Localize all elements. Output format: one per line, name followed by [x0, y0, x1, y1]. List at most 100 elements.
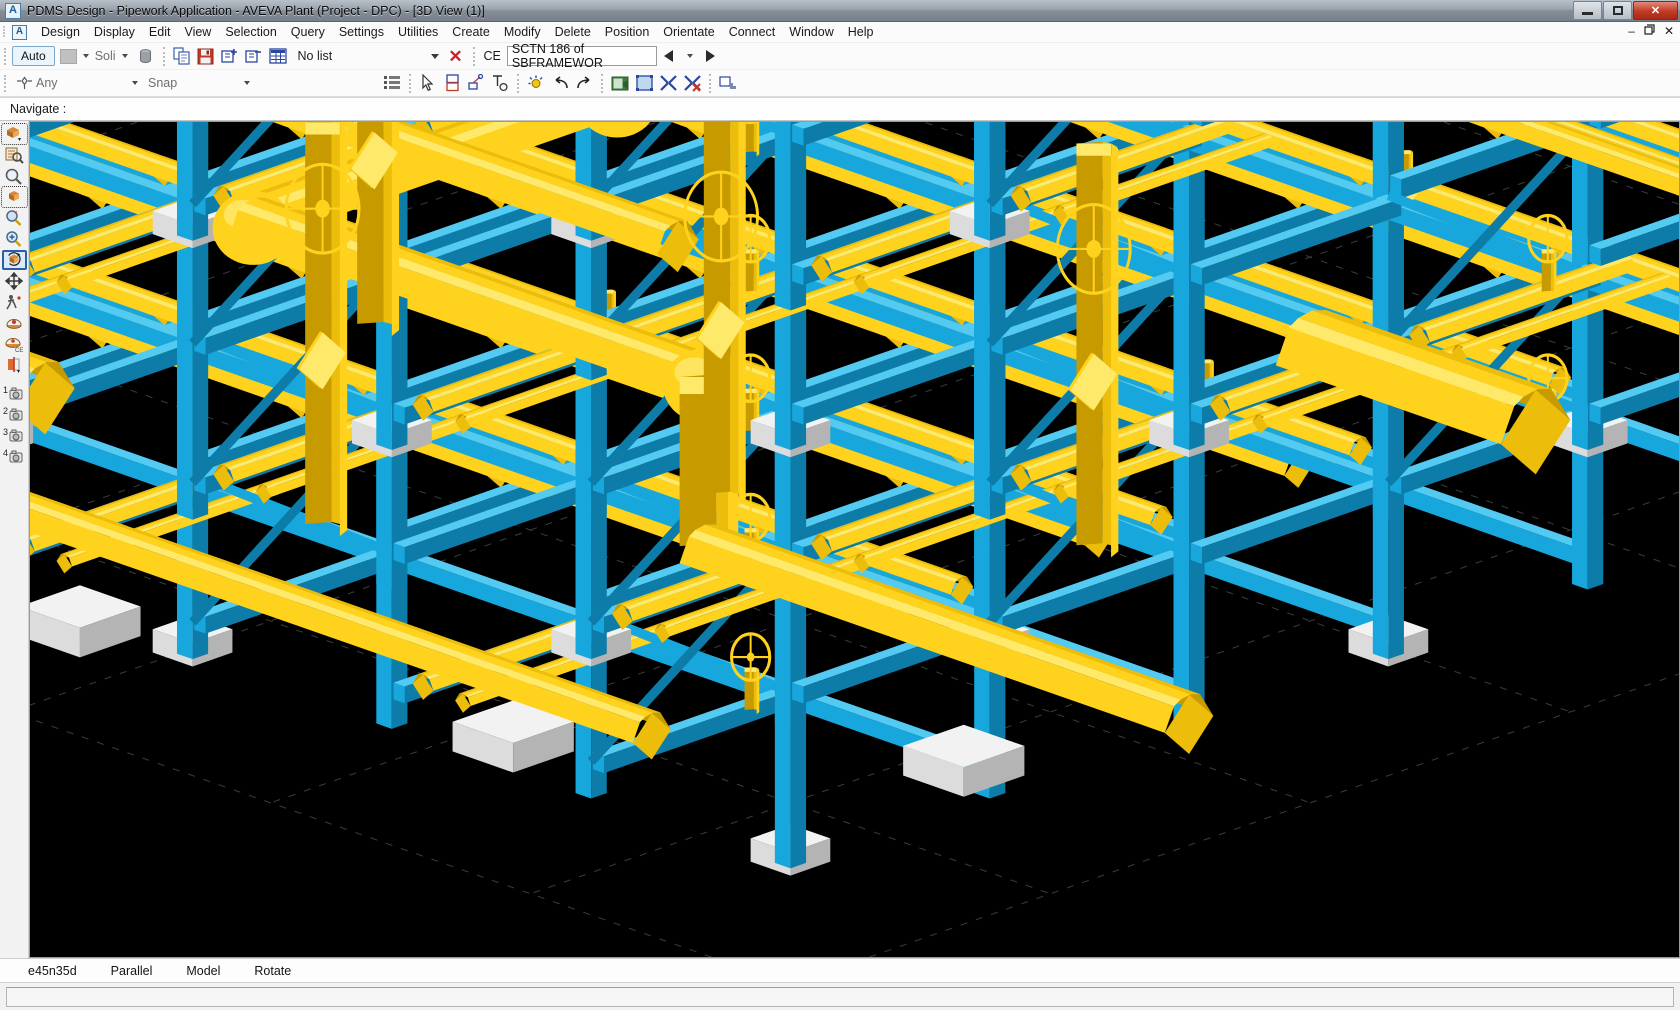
look-from-icon[interactable] — [2, 313, 27, 333]
grid-icon[interactable] — [381, 72, 403, 94]
clash-check-icon[interactable] — [657, 72, 679, 94]
snap-combo[interactable]: Snap — [148, 76, 260, 90]
svg-text:4: 4 — [3, 448, 8, 458]
zoom-select-icon[interactable] — [2, 208, 27, 228]
menu-design[interactable]: Design — [34, 23, 87, 41]
3d-model-scene[interactable] — [30, 122, 1679, 957]
toolbar-separator-4 — [517, 73, 519, 93]
view-limits-icon[interactable] — [633, 72, 655, 94]
clear-list-button[interactable]: ✕ — [445, 45, 467, 67]
pick-any-icon[interactable] — [13, 72, 35, 94]
title-bar: A PDMS Design - Pipework Application - A… — [0, 0, 1680, 22]
menu-connect[interactable]: Connect — [722, 23, 783, 41]
menu-display[interactable]: Display — [87, 23, 142, 41]
view-preset-3-icon[interactable]: 3 — [2, 425, 27, 445]
representation-dropdown-icon[interactable] — [121, 54, 128, 58]
menu-app-icon: A — [12, 24, 27, 40]
view-preset-1-icon[interactable]: 1 — [2, 383, 27, 403]
pan-icon[interactable] — [2, 271, 27, 291]
3d-view-canvas[interactable] — [29, 121, 1680, 958]
view-model-icon[interactable] — [0, 123, 28, 145]
pick-filter-dropdown-icon[interactable] — [132, 81, 138, 85]
copy-to-file-icon[interactable] — [171, 45, 193, 67]
undo-icon[interactable] — [549, 72, 571, 94]
light-bulb-icon[interactable] — [525, 72, 547, 94]
window-title: PDMS Design - Pipework Application - AVE… — [27, 3, 485, 18]
clash-clear-icon[interactable] — [681, 72, 703, 94]
window-controls: ✕ — [1573, 1, 1678, 20]
redo-icon[interactable] — [573, 72, 595, 94]
list-combo[interactable]: No list — [294, 46, 444, 66]
navigate-label: Navigate : — [10, 102, 67, 116]
menu-selection[interactable]: Selection — [218, 23, 283, 41]
auto-button[interactable]: Auto — [12, 46, 55, 66]
menu-position[interactable]: Position — [598, 23, 656, 41]
close-button[interactable]: ✕ — [1633, 1, 1678, 20]
menu-orientate[interactable]: Orientate — [656, 23, 721, 41]
svg-text:CE: CE — [15, 348, 23, 353]
ce-label: CE — [483, 49, 501, 63]
menu-edit[interactable]: Edit — [142, 23, 178, 41]
look-ce-icon[interactable]: CE — [2, 334, 27, 354]
look-query-icon[interactable] — [2, 145, 27, 165]
menu-modify[interactable]: Modify — [497, 23, 548, 41]
view-preset-4-icon[interactable]: 4 — [2, 446, 27, 466]
application-window: A PDMS Design - Pipework Application - A… — [0, 0, 1680, 1010]
menu-query[interactable]: Query — [284, 23, 332, 41]
menu-delete[interactable]: Delete — [548, 23, 598, 41]
restore-button[interactable] — [1603, 1, 1632, 20]
snap-dropdown-icon[interactable] — [244, 81, 250, 85]
mdi-restore-button[interactable] — [1644, 24, 1655, 37]
list-combo-dropdown-icon[interactable] — [430, 53, 439, 59]
extrude-box-icon[interactable] — [441, 72, 463, 94]
minimize-button[interactable] — [1573, 1, 1602, 20]
view-mode-label: Model — [186, 963, 221, 978]
list-grid-icon[interactable] — [267, 45, 289, 67]
limits-box-icon[interactable] — [0, 186, 28, 208]
menu-help[interactable]: Help — [841, 23, 881, 41]
toolbar-separator-1 — [162, 46, 165, 66]
svg-text:2: 2 — [3, 406, 8, 416]
command-input[interactable] — [6, 986, 1674, 1007]
walkthrough-icon[interactable] — [609, 72, 631, 94]
menu-window[interactable]: Window — [782, 23, 840, 41]
view-action-label: Rotate — [254, 963, 292, 978]
graphics-settings-icon[interactable] — [717, 72, 739, 94]
menu-settings[interactable]: Settings — [332, 23, 391, 41]
trash-icon[interactable] — [135, 45, 157, 67]
walk-icon[interactable] — [2, 292, 27, 312]
remove-from-list-icon[interactable] — [243, 45, 265, 67]
menu-utilities[interactable]: Utilities — [391, 23, 445, 41]
dimension-icon[interactable] — [489, 72, 511, 94]
colour-dropdown-icon[interactable] — [82, 54, 89, 58]
mdi-minimize-button[interactable]: – — [1628, 25, 1635, 37]
command-line-bar — [0, 982, 1680, 1010]
zoom-area-icon[interactable] — [2, 166, 27, 186]
toolbar-separator-2 — [472, 46, 475, 66]
colour-swatch[interactable] — [59, 48, 77, 64]
save-icon[interactable] — [195, 45, 217, 67]
ce-combo[interactable]: SCTN 186 of SBFRAMEWOR — [506, 42, 657, 70]
menu-create[interactable]: Create — [445, 23, 497, 41]
measure-icon[interactable] — [465, 72, 487, 94]
zoom-in-icon[interactable] — [2, 229, 27, 249]
mdi-close-button[interactable]: ✕ — [1664, 25, 1674, 37]
clip-plane-icon[interactable] — [2, 355, 27, 375]
history-dropdown-icon[interactable] — [686, 54, 693, 58]
main-toolbar: Auto Soli No list ✕ CE SCTN 186 of SBFRA… — [0, 42, 1680, 70]
menu-view[interactable]: View — [177, 23, 218, 41]
view-preset-2-icon[interactable]: 2 — [2, 404, 27, 424]
mdi-child-controls: – ✕ — [1628, 24, 1674, 37]
toolbar-grip-1[interactable] — [4, 47, 8, 65]
restore-icon — [1612, 6, 1623, 15]
snap-value: Snap — [148, 76, 178, 90]
rotate-model-icon[interactable] — [1, 250, 27, 270]
menu-grip-handle[interactable] — [2, 25, 9, 40]
toolbar-grip-2[interactable] — [4, 74, 8, 92]
pointer-icon[interactable] — [417, 72, 439, 94]
add-to-list-icon[interactable] — [219, 45, 241, 67]
arrow-right-icon[interactable] — [700, 45, 722, 67]
pick-filter-combo[interactable]: Any — [36, 76, 148, 90]
arrow-left-icon[interactable] — [658, 45, 680, 67]
representation-value: Soli — [94, 49, 116, 63]
